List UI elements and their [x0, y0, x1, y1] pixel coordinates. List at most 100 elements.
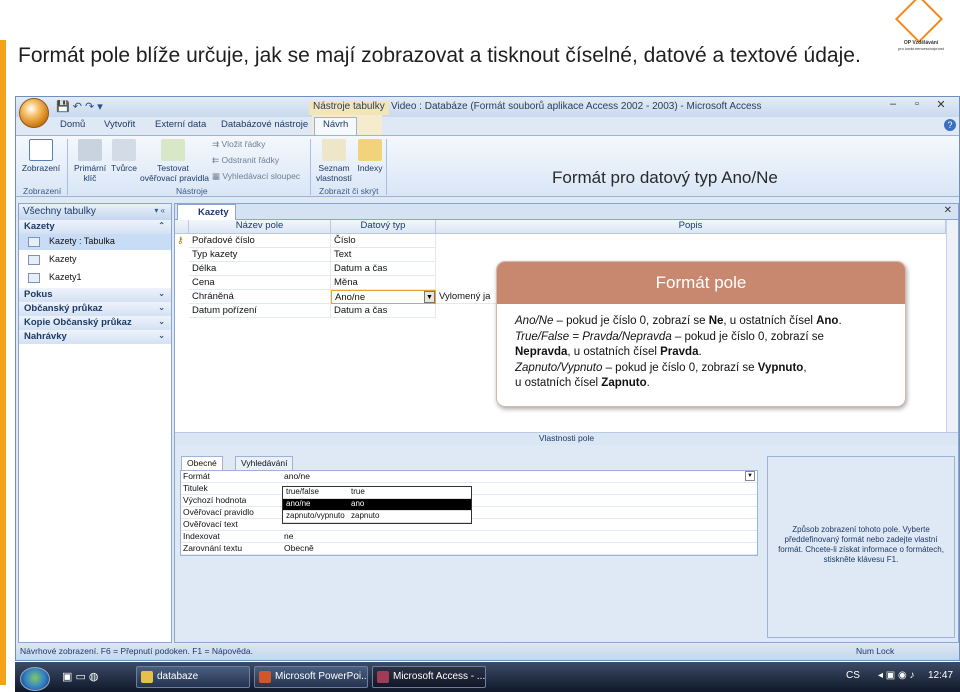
field-name-cell[interactable]: Typ kazety — [189, 248, 331, 262]
taskbar-databaze[interactable]: databaze — [136, 666, 250, 688]
close-button[interactable]: ✕ — [930, 98, 952, 111]
row-selector-header — [175, 220, 189, 234]
field-name-cell[interactable]: Datum pořízení — [189, 304, 331, 318]
field-type-cell[interactable]: Datum a čas — [331, 262, 436, 276]
field-properties-title: Vlastnosti pole — [175, 432, 958, 445]
indexes-button[interactable]: Indexy — [355, 139, 385, 173]
office-button[interactable] — [19, 98, 49, 128]
minimize-button[interactable]: – — [882, 98, 904, 110]
builder-button[interactable]: Tvůrce — [109, 139, 139, 173]
group-nastroje-label: Nástroje — [176, 186, 208, 196]
property-sheet-button[interactable]: Seznam vlastností — [313, 139, 355, 183]
delete-rows-button[interactable]: ⇇ Odstranit řádky — [212, 155, 279, 166]
field-type-cell[interactable]: Datum a čas — [331, 304, 436, 318]
property-sheet-icon — [322, 139, 346, 161]
field-name-cell[interactable]: Délka — [189, 262, 331, 276]
table-icon — [28, 237, 40, 247]
property-value[interactable]: ne — [284, 531, 293, 541]
property-value[interactable]: Obecně — [284, 543, 314, 553]
nav-header[interactable]: Všechny tabulky ▾ « — [19, 204, 171, 220]
info-line-5: u ostatních čísel Zapnuto. — [515, 377, 650, 389]
quick-access-toolbar[interactable]: 💾 ↶ ↷ ▾ — [56, 100, 103, 113]
option-name: true/false — [286, 487, 319, 496]
tab-externi-data[interactable]: Externí data — [155, 119, 206, 130]
dropdown-option[interactable]: zapnuto/vypnuto zapnuto — [283, 511, 471, 523]
col-header-desc[interactable]: Popis — [436, 220, 946, 234]
vertical-scrollbar[interactable] — [946, 220, 958, 432]
col-header-name[interactable]: Název pole — [189, 220, 331, 234]
taskbar-powerpoint[interactable]: Microsoft PowerPoi... — [254, 666, 368, 688]
insert-rows-button[interactable]: ⇉ Vložit řádky — [212, 139, 265, 150]
field-name-cell[interactable]: Pořadové číslo — [189, 234, 331, 248]
collapse-icon[interactable]: ▾ « — [154, 206, 165, 215]
group-zobrazeni-label: Zobrazení — [23, 186, 62, 196]
key-icon — [78, 139, 102, 161]
field-type-cell-selected[interactable]: Ano/ne — [331, 290, 436, 304]
language-indicator[interactable]: CS — [846, 670, 860, 681]
test-validation-button[interactable]: Testovat ověřovací pravidla — [140, 139, 209, 183]
testovat-label: Testovat — [157, 163, 189, 173]
tab-obecne[interactable]: Obecné — [181, 456, 223, 470]
field-name-cell[interactable]: Chráněná — [189, 290, 331, 304]
seznam-label: Seznam — [318, 163, 350, 173]
maximize-button[interactable]: ▫ — [906, 98, 928, 110]
taskbar-label: databaze — [157, 671, 199, 682]
lookup-column-button[interactable]: ▦ Vyhledávací sloupec — [212, 171, 300, 182]
doc-tab-kazety[interactable]: Kazety — [177, 204, 236, 220]
help-icon[interactable]: ? — [944, 119, 956, 131]
zobrazeni-button[interactable]: Zobrazení — [21, 139, 61, 173]
lookup-icon: ▦ — [212, 171, 223, 181]
property-row[interactable]: Indexovat ne — [181, 531, 757, 543]
odstranit-label: Odstranit řádky — [221, 155, 280, 165]
nav-header-label: Všechny tabulky — [23, 206, 96, 217]
dropdown-option-selected[interactable]: ano/ne ano — [283, 499, 471, 511]
col-header-type[interactable]: Datový typ — [331, 220, 436, 234]
quick-launch-icons[interactable]: ▣ ▭ ◍ — [62, 670, 99, 683]
nav-item-kazety-form[interactable]: Kazety — [19, 252, 171, 268]
form-icon — [28, 273, 40, 283]
group-separator — [67, 139, 68, 195]
nav-item-kazety-tabulka[interactable]: Kazety : Tabulka — [19, 234, 171, 250]
chevron-down-icon: ⌄ — [158, 303, 165, 312]
lightning-icon — [358, 139, 382, 161]
nav-group-kopie[interactable]: Kopie Občanský průkaz ⌄ — [19, 316, 171, 330]
option-example: true — [351, 487, 365, 496]
tab-databazove-nastroje[interactable]: Databázové nástroje — [221, 119, 308, 130]
dropdown-arrow-icon[interactable]: ▼ — [424, 291, 435, 303]
taskbar-access[interactable]: Microsoft Access - ... — [372, 666, 486, 688]
nav-group-label: Nahrávky — [24, 331, 67, 342]
info-line-1: Ano/Ne – pokud je číslo 0, zobrazí se Ne… — [515, 315, 842, 327]
nav-group-nahravky[interactable]: Nahrávky ⌄ — [19, 330, 171, 344]
close-doc-icon[interactable]: ✕ — [944, 205, 952, 216]
field-type-cell[interactable]: Text — [331, 248, 436, 262]
clock[interactable]: 12:47 — [928, 670, 953, 681]
taskbar-label: Microsoft PowerPoi... — [275, 671, 368, 682]
primary-key-button[interactable]: Primární klíč — [71, 139, 109, 183]
slide-title: Formát pole blíže určuje, jak se mají zo… — [18, 44, 861, 67]
window-title: Video : Databáze (Formát souborů aplikac… — [391, 101, 762, 112]
field-type-cell[interactable]: Číslo — [331, 234, 436, 248]
format-dropdown-list[interactable]: true/false true ano/ne ano zapnuto/vypnuto… — [282, 486, 472, 524]
tab-vytvorit[interactable]: Vytvořit — [104, 119, 135, 130]
chevron-down-icon: ⌄ — [158, 289, 165, 298]
tray-icons[interactable]: ◂ ▣ ◉ ♪ — [878, 670, 915, 681]
nav-group-kazety[interactable]: Kazety ⌃ — [19, 220, 171, 234]
logo-diamond — [894, 0, 944, 44]
dropdown-option[interactable]: true/false true — [283, 487, 471, 499]
start-button[interactable] — [20, 667, 50, 691]
field-type-cell[interactable]: Měna — [331, 276, 436, 290]
dropdown-arrow-icon[interactable]: ▼ — [745, 471, 755, 481]
nav-item-kazety1[interactable]: Kazety1 — [19, 270, 171, 286]
context-title: Nástroje tabulky — [309, 101, 389, 115]
property-row[interactable]: Zarovnání textu Obecně — [181, 543, 757, 555]
tab-vyhledavani[interactable]: Vyhledávání — [235, 456, 294, 470]
tab-navrh[interactable]: Návrh — [314, 117, 358, 135]
property-value[interactable]: ano/ne — [284, 471, 310, 481]
form-icon — [28, 255, 40, 265]
property-row[interactable]: Formát ano/ne ▼ — [181, 471, 757, 483]
nav-group-pokus[interactable]: Pokus ⌄ — [19, 288, 171, 302]
field-name-cell[interactable]: Cena — [189, 276, 331, 290]
nav-group-obcansky[interactable]: Občanský průkaz ⌄ — [19, 302, 171, 316]
tab-domu[interactable]: Domů — [60, 119, 85, 130]
vlozit-label: Vložit řádky — [221, 139, 266, 149]
